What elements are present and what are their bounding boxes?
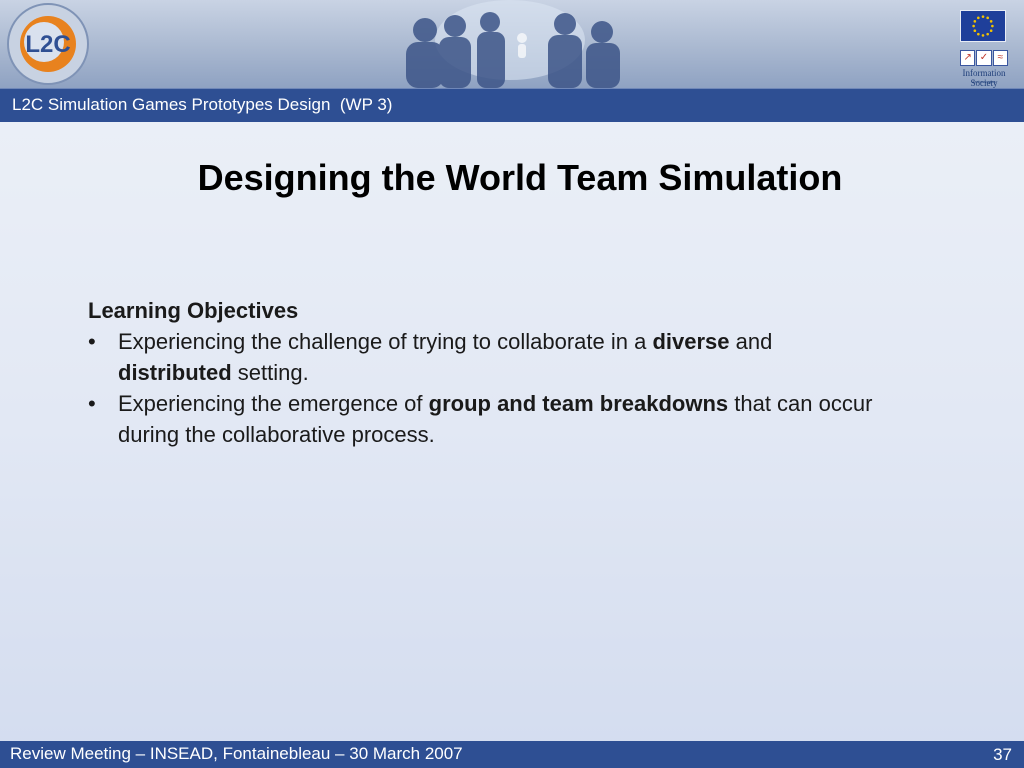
- wave-icon: ≈: [992, 50, 1008, 66]
- emphasis-breakdowns: group and team breakdowns: [428, 391, 729, 416]
- objective-item-1: • Experiencing the challenge of trying t…: [88, 326, 888, 388]
- ist-eu-logo: ↗ ✓ ≈ Information Society Technologies: [948, 6, 1020, 88]
- objective-text: setting.: [231, 360, 309, 385]
- team-silhouettes-image: [406, 0, 620, 88]
- ist-icons: ↗ ✓ ≈: [960, 50, 1008, 66]
- header-banner: L2C ↗ ✓ ≈ Information Society Technologi…: [0, 0, 1024, 88]
- title-bar-text: L2C Simulation Games Prototypes Design (…: [12, 95, 393, 114]
- objective-item-2: • Experiencing the emergence of group an…: [88, 388, 888, 450]
- slide-content: Learning Objectives • Experiencing the c…: [88, 295, 888, 450]
- eu-flag-icon: [960, 10, 1006, 42]
- section-heading: Learning Objectives: [88, 298, 299, 323]
- slide-title: Designing the World Team Simulation: [197, 157, 843, 198]
- ist-sub-label: Technologies: [972, 79, 996, 84]
- l2c-logo: L2C: [7, 3, 89, 85]
- bullet-mark: •: [88, 391, 96, 416]
- bullet-mark: •: [88, 329, 96, 354]
- ist-label: Information Society: [962, 68, 1006, 88]
- footer-text: Review Meeting – INSEAD, Fontainebleau –…: [10, 744, 463, 763]
- page-number: 37: [993, 745, 1012, 764]
- objectives-list: • Experiencing the challenge of trying t…: [88, 326, 888, 450]
- objective-text: Experiencing the challenge of trying to …: [118, 329, 653, 354]
- objective-text: Experiencing the emergence of: [118, 391, 429, 416]
- svg-text:L2C: L2C: [25, 31, 70, 58]
- check-icon: ✓: [976, 50, 992, 66]
- footer-bar: Review Meeting – INSEAD, Fontainebleau –…: [0, 741, 1024, 768]
- arrow-icon: ↗: [960, 50, 976, 66]
- title-bar: L2C Simulation Games Prototypes Design (…: [0, 88, 1024, 122]
- emphasis-distributed: distributed: [118, 360, 232, 385]
- objective-text: and: [729, 329, 773, 354]
- emphasis-diverse: diverse: [652, 329, 730, 354]
